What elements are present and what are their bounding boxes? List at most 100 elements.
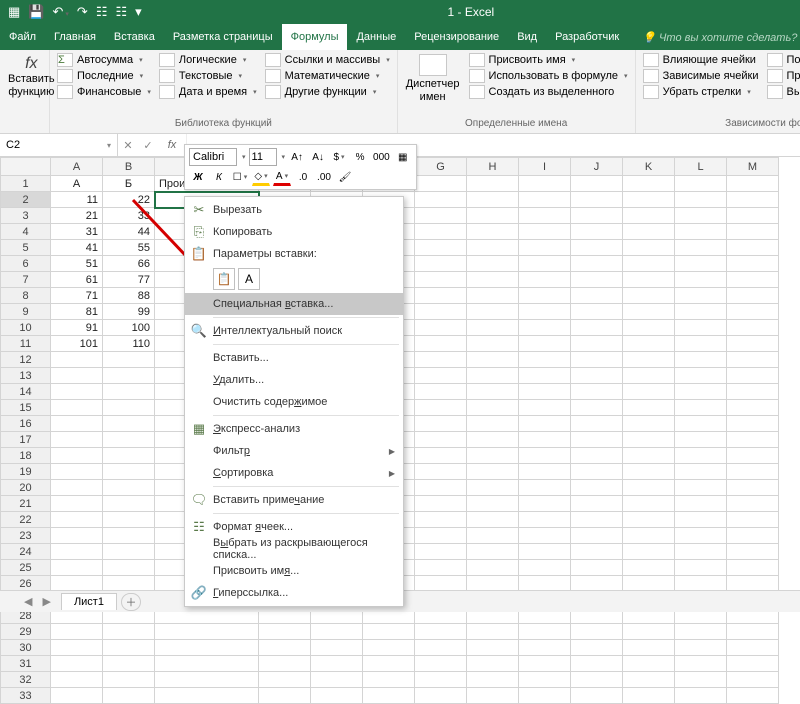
ctx-hyperlink[interactable]: 🔗Гиперссылка... — [185, 582, 403, 604]
math-button[interactable]: Математические▾ — [262, 68, 393, 84]
col-header-J[interactable]: J — [571, 158, 623, 176]
redo-icon[interactable]: ↷ — [77, 4, 88, 20]
trace-dependents-button[interactable]: Зависимые ячейки — [640, 68, 762, 84]
row-header-8[interactable]: 8 — [1, 288, 51, 304]
format-painter-icon[interactable]: 🖌 — [336, 168, 354, 186]
tab-home[interactable]: Главная — [45, 24, 105, 50]
row-header-30[interactable]: 30 — [1, 640, 51, 656]
borders-icon[interactable]: ☐▾ — [231, 168, 249, 186]
col-header-K[interactable]: K — [623, 158, 675, 176]
tab-file[interactable]: Файл — [0, 24, 45, 50]
ctx-quick-analysis[interactable]: ▦Экспресс-анализ — [185, 418, 403, 440]
row-header-15[interactable]: 15 — [1, 400, 51, 416]
add-sheet-button[interactable]: ＋ — [121, 593, 141, 611]
ctx-sort[interactable]: Сортировка▶ — [185, 462, 403, 484]
col-header-L[interactable]: L — [675, 158, 727, 176]
create-from-selection-button[interactable]: Создать из выделенного — [466, 84, 631, 100]
increase-font-icon[interactable]: A↑ — [288, 148, 306, 166]
text-button[interactable]: Текстовые▾ — [156, 68, 260, 84]
ctx-pick-list[interactable]: Выбрать из раскрывающегося списка... — [185, 538, 403, 560]
percent-icon[interactable]: % — [351, 148, 369, 166]
paste-option-default[interactable]: 📋 — [213, 268, 235, 290]
row-header-4[interactable]: 4 — [1, 224, 51, 240]
undo-icon[interactable]: ↶▾ — [52, 4, 68, 20]
tab-pagelayout[interactable]: Разметка страницы — [164, 24, 282, 50]
paste-option-values[interactable]: A — [238, 268, 260, 290]
accounting-format-icon[interactable]: $▾ — [330, 148, 348, 166]
increase-decimal-icon[interactable]: .00 — [315, 168, 333, 186]
row-header-3[interactable]: 3 — [1, 208, 51, 224]
col-header-G[interactable]: G — [415, 158, 467, 176]
row-header-2[interactable]: 2 — [1, 192, 51, 208]
tab-formulas[interactable]: Формулы — [282, 24, 348, 50]
error-check-button[interactable]: Проверка наличия о — [764, 68, 800, 84]
row-header-11[interactable]: 11 — [1, 336, 51, 352]
row-header-16[interactable]: 16 — [1, 416, 51, 432]
row-header-25[interactable]: 25 — [1, 560, 51, 576]
fx-icon[interactable]: fx — [158, 134, 186, 156]
ctx-define-name[interactable]: Присвоить имя... — [185, 560, 403, 582]
cancel-icon[interactable]: ✕ — [118, 134, 138, 156]
col-header-I[interactable]: I — [519, 158, 571, 176]
row-header-5[interactable]: 5 — [1, 240, 51, 256]
row-header-29[interactable]: 29 — [1, 624, 51, 640]
row-header-10[interactable]: 10 — [1, 320, 51, 336]
logical-button[interactable]: Логические▾ — [156, 52, 260, 68]
tab-developer[interactable]: Разработчик — [546, 24, 628, 50]
ctx-delete[interactable]: Удалить... — [185, 369, 403, 391]
font-combo[interactable] — [189, 148, 237, 166]
row-header-9[interactable]: 9 — [1, 304, 51, 320]
sheet-nav-prev-icon[interactable]: ◀ — [24, 595, 32, 608]
fill-color-icon[interactable]: ◇▾ — [252, 168, 270, 186]
ctx-paste-special[interactable]: Специальная вставка... — [185, 293, 403, 315]
ctx-smart-lookup[interactable]: 🔍Интеллектуальный поиск — [185, 320, 403, 342]
autosum-button[interactable]: ΣАвтосумма▾ — [54, 52, 154, 68]
comma-icon[interactable]: 000 — [372, 148, 391, 166]
tab-review[interactable]: Рецензирование — [405, 24, 508, 50]
remove-arrows-button[interactable]: Убрать стрелки▾ — [640, 84, 762, 100]
decrease-decimal-icon[interactable]: .0 — [294, 168, 312, 186]
ctx-cut[interactable]: ✂Вырезать — [185, 199, 403, 221]
row-header-6[interactable]: 6 — [1, 256, 51, 272]
lookup-button[interactable]: Ссылки и массивы▾ — [262, 52, 393, 68]
name-manager-button[interactable]: Диспетчер имен — [402, 52, 464, 106]
row-header-14[interactable]: 14 — [1, 384, 51, 400]
ctx-filter[interactable]: Фильтр▶ — [185, 440, 403, 462]
col-header-A[interactable]: A — [51, 158, 103, 176]
row-header-31[interactable]: 31 — [1, 656, 51, 672]
ctx-clear[interactable]: Очистить содержимое — [185, 391, 403, 413]
tab-view[interactable]: Вид — [508, 24, 546, 50]
row-header-12[interactable]: 12 — [1, 352, 51, 368]
enter-icon[interactable]: ✓ — [138, 134, 158, 156]
evaluate-button[interactable]: Вычислить формул — [764, 84, 800, 100]
italic-icon[interactable]: К — [210, 168, 228, 186]
font-size-combo[interactable] — [249, 148, 277, 166]
row-header-24[interactable]: 24 — [1, 544, 51, 560]
sheet-nav-next-icon[interactable]: ▶ — [42, 595, 50, 608]
tell-me-search[interactable]: 💡 Что вы хотите сделать? — [642, 31, 797, 44]
row-header-21[interactable]: 21 — [1, 496, 51, 512]
qat-icon-1[interactable]: ☷ — [96, 4, 108, 20]
ctx-insert[interactable]: Вставить... — [185, 347, 403, 369]
qat-icon-2[interactable]: ☷ — [115, 4, 127, 20]
cond-format-icon[interactable]: ▦ — [394, 148, 412, 166]
row-header-33[interactable]: 33 — [1, 688, 51, 704]
show-formulas-button[interactable]: Показать формулы — [764, 52, 800, 68]
define-name-button[interactable]: Присвоить имя▾ — [466, 52, 631, 68]
tab-data[interactable]: Данные — [347, 24, 405, 50]
row-header-1[interactable]: 1 — [1, 176, 51, 192]
trace-precedents-button[interactable]: Влияющие ячейки — [640, 52, 762, 68]
col-header-H[interactable]: H — [467, 158, 519, 176]
col-header-M[interactable]: M — [727, 158, 779, 176]
datetime-button[interactable]: Дата и время▾ — [156, 84, 260, 100]
bold-icon[interactable]: Ж — [189, 168, 207, 186]
sheet-tab-1[interactable]: Лист1 — [61, 593, 117, 610]
row-header-20[interactable]: 20 — [1, 480, 51, 496]
row-header-19[interactable]: 19 — [1, 464, 51, 480]
row-header-17[interactable]: 17 — [1, 432, 51, 448]
more-button[interactable]: Другие функции▾ — [262, 84, 393, 100]
decrease-font-icon[interactable]: A↓ — [309, 148, 327, 166]
tab-insert[interactable]: Вставка — [105, 24, 164, 50]
row-header-22[interactable]: 22 — [1, 512, 51, 528]
name-box[interactable]: C2▾ — [0, 134, 118, 156]
